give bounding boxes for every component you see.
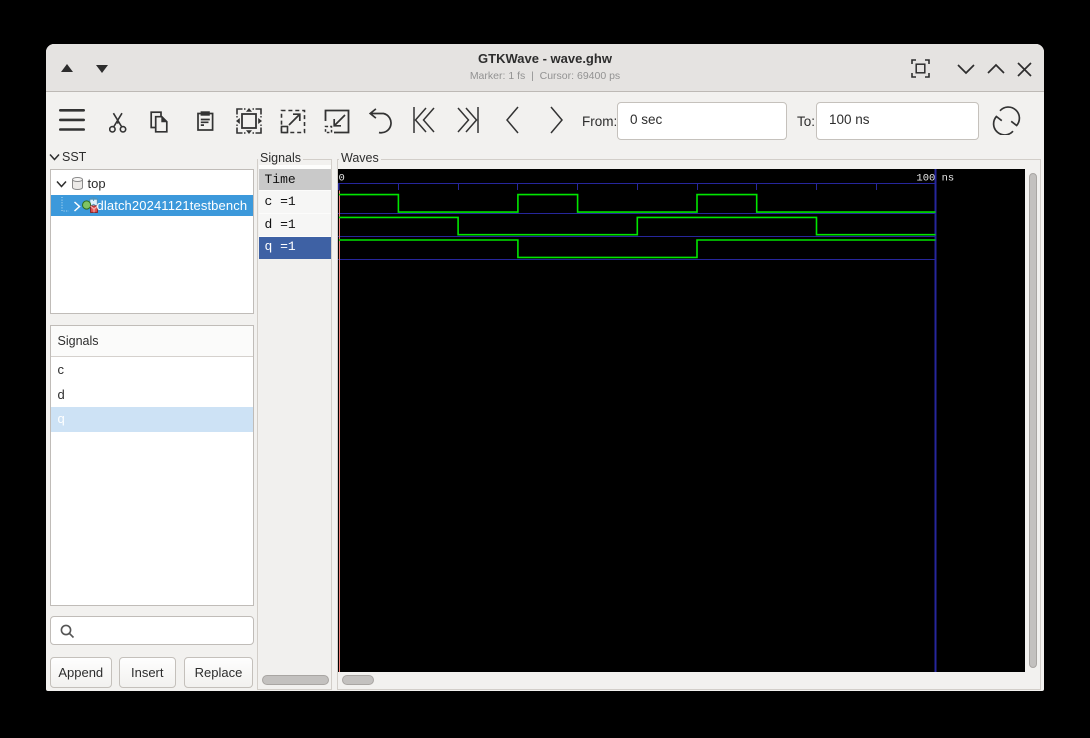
svg-text:0: 0 xyxy=(338,172,344,184)
